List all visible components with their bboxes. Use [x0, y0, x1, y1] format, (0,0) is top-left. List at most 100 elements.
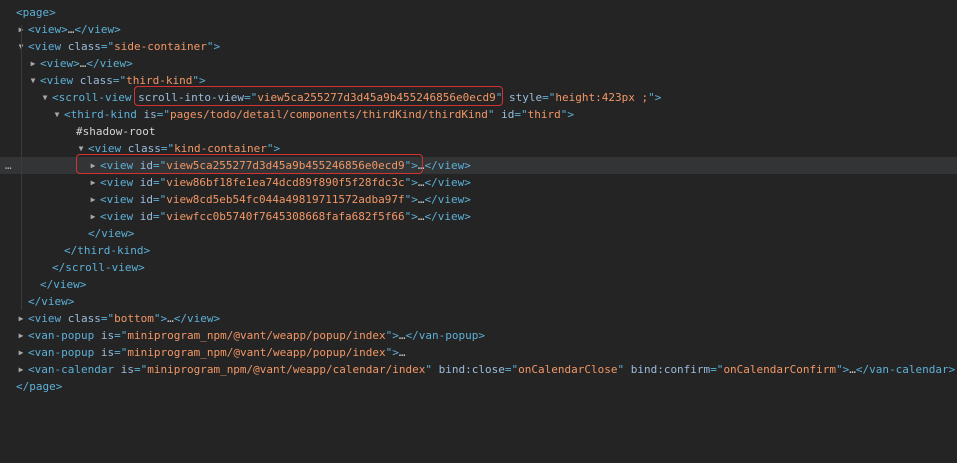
tree-row-shadow-root-node[interactable]: #shadow-root [0, 123, 957, 140]
triangle-right-icon[interactable]: ▶ [16, 327, 26, 344]
token-tag: "> [404, 176, 418, 189]
token-tag: "> [206, 40, 221, 53]
tree-row-page-close-tag[interactable]: </page> [0, 378, 957, 395]
token-tag: </view> [424, 159, 471, 172]
token-tag: <view> [28, 23, 68, 36]
token-tag: =" [504, 363, 519, 376]
tree-row-side-container-close[interactable]: </view> [0, 293, 957, 310]
token-tag: =" [542, 91, 556, 104]
token-tag: =" [133, 363, 148, 376]
triangle-right-icon[interactable]: ▶ [88, 191, 98, 208]
token-tag: <van-popup [28, 329, 101, 342]
tree-row-view-collapsed[interactable]: ▶<view>…</view> [0, 21, 957, 38]
token-tag: </view> [173, 312, 221, 325]
tree-row-van-calendar-node[interactable]: ▶ <van-calendar is="miniprogram_npm/@vant… [0, 361, 957, 378]
token-tag: </view> [424, 193, 471, 206]
token-tag: <view [40, 74, 80, 87]
token-tag: "> [404, 193, 418, 206]
token-txtc: #shadow-root [76, 125, 156, 138]
token-attr: is [120, 363, 134, 376]
token-tag: =" [710, 363, 724, 376]
tree-row-page-open-tag[interactable]: <page> [0, 4, 957, 21]
token-val: viewfcc0b5740f7645308668fafa682f5f66 [166, 210, 405, 223]
tree-row-side-container-view[interactable]: ▼<view class="side-container"> [0, 38, 957, 55]
triangle-right-icon[interactable]: ▶ [88, 174, 98, 191]
triangle-right-icon[interactable]: ▶ [16, 344, 26, 361]
token-attr: id [139, 176, 153, 189]
token-val: miniprogram_npm/@vant/weapp/popup/index [127, 346, 386, 359]
token-tag: " [617, 363, 631, 376]
token-tag: "> [385, 346, 399, 359]
token-tag: <van-calendar [28, 363, 121, 376]
tree-row-third-kind-node[interactable]: ▼ <third-kind is="pages/todo/detail/compo… [0, 106, 957, 123]
token-tag: =" [114, 346, 128, 359]
tree-row-third-kind-close[interactable]: </third-kind> [0, 242, 957, 259]
token-tag: </third-kind> [64, 244, 151, 257]
token-tag: " [487, 108, 502, 121]
token-tag: <page> [16, 6, 56, 19]
token-tag: =" [153, 210, 167, 223]
token-val: onCalendarConfirm [723, 363, 837, 376]
token-attr: id [139, 193, 153, 206]
node-text: <third-kind is="pages/todo/detail/compon… [64, 106, 574, 123]
more-options-icon[interactable]: … [5, 157, 12, 174]
token-tag: </view> [40, 278, 87, 291]
tree-row-third-kind-view-close[interactable]: </view> [0, 276, 957, 293]
triangle-right-icon[interactable]: ▶ [88, 208, 98, 225]
token-tag: =" [153, 193, 167, 206]
token-tag: </view> [86, 57, 133, 70]
token-attr: is [100, 329, 115, 342]
token-ell: … [398, 329, 406, 342]
token-tag: "> [404, 210, 418, 223]
token-tag: </scroll-view> [52, 261, 145, 274]
token-val: onCalendarClose [518, 363, 618, 376]
node-text: </scroll-view> [52, 259, 145, 276]
node-text: </third-kind> [64, 242, 150, 259]
token-attr: bind:close [438, 363, 505, 376]
tree-row-kind-container-close[interactable]: </view> [0, 225, 957, 242]
token-tag: </view> [424, 176, 471, 189]
token-tag: =" [100, 40, 115, 53]
token-val: side-container [114, 40, 207, 53]
token-tag: <third-kind [64, 108, 144, 121]
token-tag: "> [560, 108, 574, 121]
triangle-right-icon[interactable]: ▶ [28, 55, 38, 72]
token-tag: </van-popup> [405, 329, 485, 342]
tree-row-van-popup-node[interactable]: ▶ <van-popup is="miniprogram_npm/@vant/we… [0, 327, 957, 344]
token-tag: <view [28, 312, 68, 325]
triangle-right-icon[interactable]: ▶ [16, 310, 26, 327]
node-text: <van-popup is="miniprogram_npm/@vant/wea… [28, 344, 406, 361]
token-tag: </view> [88, 227, 135, 240]
token-attr: is [143, 108, 157, 121]
tree-row-view-node[interactable]: ▶ <view id="view86bf18fe1ea74dcd89f890f5f… [0, 174, 957, 191]
node-text: <page> [16, 4, 56, 21]
token-tag: =" [156, 108, 170, 121]
tree-row-view-collapsed-inner[interactable]: ▶ <view>…</view> [0, 55, 957, 72]
tree-row-view-node[interactable]: ▶ <view id="view8cd5eb54fc044a49819711572… [0, 191, 957, 208]
triangle-down-icon[interactable]: ▼ [52, 106, 62, 123]
triangle-down-icon[interactable]: ▼ [28, 72, 38, 89]
triangle-right-icon[interactable]: ▶ [16, 361, 26, 378]
token-val: miniprogram_npm/@vant/weapp/popup/index [127, 329, 386, 342]
token-ell: … [167, 312, 174, 325]
token-val: bottom [114, 312, 154, 325]
token-tag: "> [648, 91, 662, 104]
token-tag: =" [100, 312, 115, 325]
tree-row-van-popup-node[interactable]: ▶ <van-popup is="miniprogram_npm/@vant/we… [0, 344, 957, 361]
node-text: <van-popup is="miniprogram_npm/@vant/wea… [28, 327, 485, 344]
node-text: </view> [28, 293, 74, 310]
tree-row-bottom-view-node[interactable]: ▶ <view class="bottom">…</view> [0, 310, 957, 327]
token-ell: … [398, 346, 406, 359]
triangle-down-icon[interactable]: ▼ [40, 89, 50, 106]
node-text: #shadow-root [76, 123, 155, 140]
token-tag: <view> [40, 57, 80, 70]
token-tag: </van-calendar> [855, 363, 956, 376]
token-tag: "> [836, 363, 850, 376]
tree-row-view-node[interactable]: ▶ <view id="viewfcc0b5740f7645308668fafa6… [0, 208, 957, 225]
token-tag: </page> [16, 380, 63, 393]
tree-row-scroll-view-close[interactable]: </scroll-view> [0, 259, 957, 276]
token-val: height:423px ; [555, 91, 649, 104]
indent-guide [21, 25, 22, 310]
highlight-selected-view-id [76, 154, 423, 174]
token-ell: … [417, 193, 425, 206]
